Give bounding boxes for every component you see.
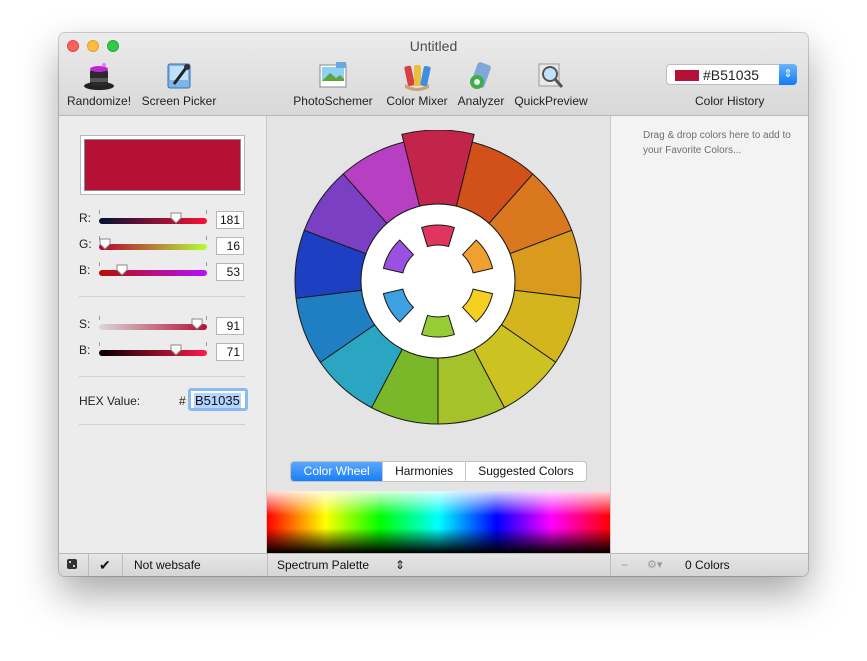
green-value-field[interactable]: 16 [216,237,244,255]
color-history-popup[interactable]: #B51035 ⇕ [666,64,797,85]
analyzer-button[interactable]: Analyzer [455,60,507,112]
colors-count: 0 Colors [685,558,730,572]
magnifier-icon [538,63,564,88]
red-slider-track[interactable] [99,218,207,224]
harmony-marker[interactable] [421,224,455,248]
brightness-ticks [99,342,207,346]
saturation-slider-thumb[interactable] [191,318,203,330]
analyzer-label: Analyzer [457,94,505,108]
green-slider-track[interactable] [99,244,207,250]
tab-harmonies[interactable]: Harmonies [383,462,466,481]
remove-icon[interactable]: − [621,554,628,576]
app-window: Untitled Randomize! Screen Picker PhotoS… [59,33,808,576]
quickpreview-label: QuickPreview [514,94,588,108]
brightness-label: B: [79,343,91,357]
current-color-well[interactable] [80,135,245,195]
favorites-hint: Drag & drop colors here to add to your F… [643,130,791,156]
quickpreview-button[interactable]: QuickPreview [511,60,591,112]
blue-label: B: [79,263,91,277]
divider [79,296,245,297]
brightness-slider-track[interactable] [99,350,207,356]
divider [79,424,245,425]
chevron-updown-icon[interactable]: ⇕ [395,554,405,576]
chevron-updown-icon[interactable]: ⇕ [779,64,797,85]
color-wheel-panel: Color Wheel Harmonies Suggested Colors [267,116,610,553]
brightness-value-field[interactable]: 71 [216,343,244,361]
analyzer-icon [470,62,491,89]
green-ticks [99,236,207,240]
color-sliders-panel: R: 181 G: 16 B: 53 S: 91 B: 71 HEX Value… [59,116,267,553]
saturation-label: S: [79,317,91,331]
color-history-label: Color History [695,94,765,108]
color-mixer-label: Color Mixer [386,94,448,108]
divider [88,554,89,576]
view-tabs: Color Wheel Harmonies Suggested Colors [290,461,587,482]
tab-suggested-colors[interactable]: Suggested Colors [466,462,586,481]
color-wheel[interactable] [287,130,589,432]
palette-selector[interactable]: Spectrum Palette [277,554,369,576]
hex-input-value: B51035 [194,393,241,408]
red-ticks [99,210,207,214]
screen-picker-button[interactable]: Screen Picker [139,60,219,112]
brightness-slider-thumb[interactable] [170,344,182,356]
dice-icon[interactable] [65,554,85,576]
current-color-swatch [84,139,241,191]
photoschemer-label: PhotoSchemer [293,94,373,108]
history-hex-value: #B51035 [703,67,760,83]
divider [610,554,611,576]
favorites-panel[interactable]: Drag & drop colors here to add to your F… [610,116,808,553]
divider [79,376,245,377]
websafe-status: Not websafe [134,558,201,572]
magic-hat-icon [84,63,114,90]
hex-label: HEX Value: [79,394,141,408]
divider [267,554,268,576]
green-label: G: [79,237,92,251]
divider [122,554,123,576]
harmony-marker[interactable] [421,314,455,338]
hex-hash: # [179,394,186,408]
saturation-value-field[interactable]: 91 [216,317,244,335]
screen-picker-label: Screen Picker [141,94,217,108]
blue-slider-thumb[interactable] [116,264,128,276]
green-slider-thumb[interactable] [99,238,111,250]
randomize-button[interactable]: Randomize! [67,60,131,112]
red-value-field[interactable]: 181 [216,211,244,229]
eyedropper-icon [167,63,191,89]
titlebar: Untitled Randomize! Screen Picker PhotoS… [59,33,808,116]
spectrum-palette[interactable] [267,491,610,553]
red-label: R: [79,211,91,225]
color-mixer-button[interactable]: Color Mixer [381,60,453,112]
photo-icon [319,62,347,88]
window-title: Untitled [409,38,458,54]
paint-tubes-icon [404,65,431,91]
red-slider-thumb[interactable] [170,212,182,224]
blue-value-field[interactable]: 53 [216,263,244,281]
checkmark-icon[interactable]: ✔ [99,554,115,576]
history-swatch [675,70,699,81]
photoschemer-button[interactable]: PhotoSchemer [291,60,375,112]
status-bar: ✔ Not websafe Spectrum Palette ⇕ − ⚙▾ 0 … [59,553,808,576]
gear-icon[interactable]: ⚙▾ [647,554,662,576]
tab-color-wheel[interactable]: Color Wheel [291,462,384,481]
hex-input[interactable]: B51035 [188,388,248,411]
randomize-label: Randomize! [67,94,132,108]
